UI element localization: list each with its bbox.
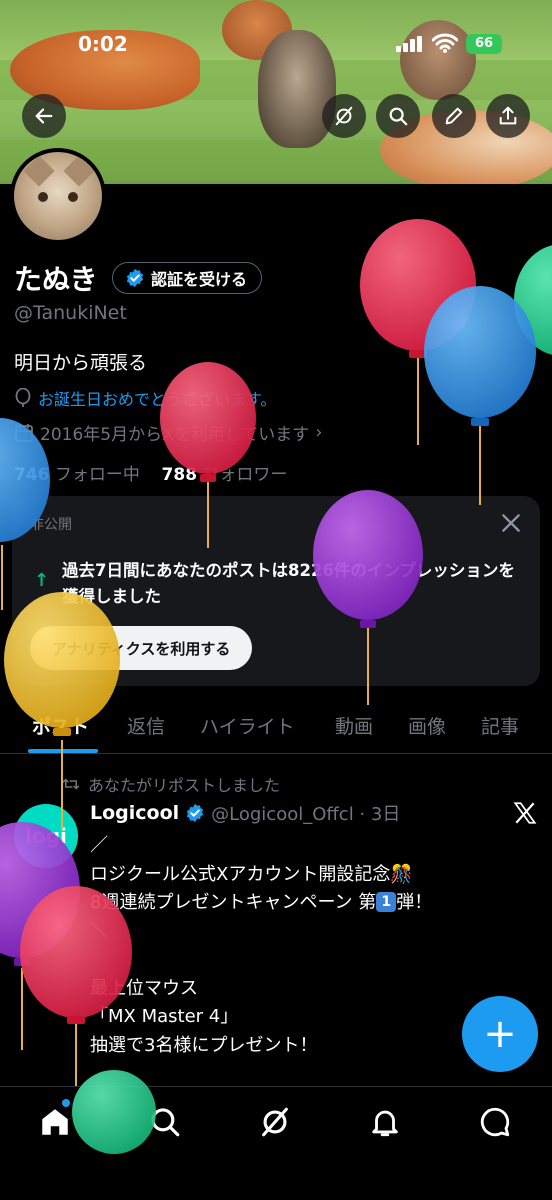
balloon-red	[20, 886, 132, 1086]
balloon-yellow	[4, 592, 120, 830]
birthday-balloons-overlay	[0, 219, 552, 1154]
balloon-red	[160, 362, 256, 548]
balloon-blue	[424, 286, 536, 505]
balloon-purple	[313, 490, 423, 705]
balloon-blue	[0, 418, 50, 610]
balloon-green	[72, 1070, 156, 1154]
